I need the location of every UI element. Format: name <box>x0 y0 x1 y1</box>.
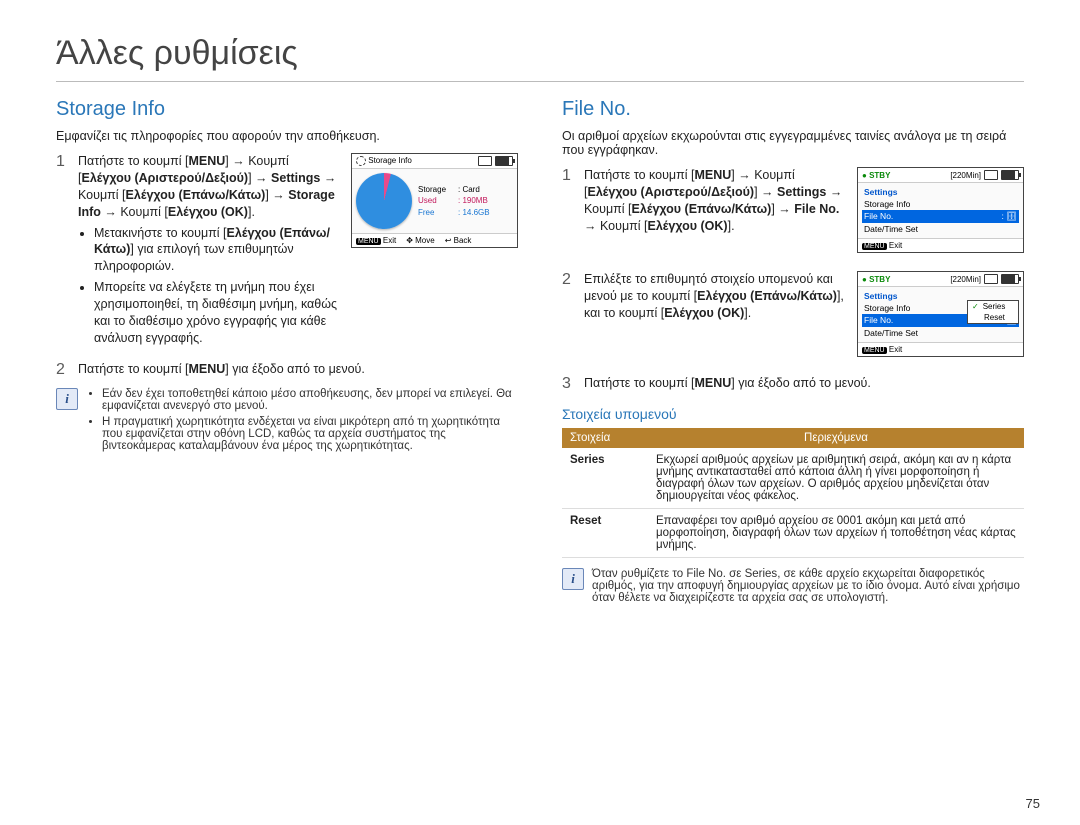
card-icon <box>984 170 998 180</box>
battery-icon <box>1001 170 1019 180</box>
note-item-2: Η πραγματική χωρητικότητα ενδέχεται να ε… <box>102 416 518 452</box>
right-column: File No. Οι αριθμοί αρχείων εκχωρούνται … <box>562 96 1024 604</box>
table-row: Series Εκχωρεί αριθμούς αρχείων με αριθμ… <box>562 448 1024 509</box>
fileno-lcd-2: ● STBY [220Min] Settings Stora <box>857 271 1024 357</box>
gear-icon <box>356 156 366 166</box>
table-row: Reset Επαναφέρει τον αριθμό αρχείου σε 0… <box>562 508 1024 557</box>
battery-icon <box>1001 274 1019 284</box>
note-icon: i <box>562 568 584 590</box>
pie-legend: Storage: Card Used: 190MB Free: 14.6GB <box>418 184 490 218</box>
storage-pie-chart <box>356 173 412 229</box>
fileno-popup: Series Reset <box>967 300 1019 324</box>
section-title-storage: Storage Info <box>56 98 518 121</box>
step2-text: Πατήστε το κουμπί [MENU] για έξοδο από τ… <box>78 361 518 378</box>
fileno-note: i Όταν ρυθμίζετε το File No. σε Series, … <box>562 568 1024 604</box>
card-icon <box>984 274 998 284</box>
submenu-table: Στοιχεία Περιεχόμενα Series Εκχωρεί αριθ… <box>562 428 1024 558</box>
note-icon: i <box>56 388 78 410</box>
fileno-step2: Επιλέξτε το επιθυμητό στοιχείο υπομενού … <box>584 271 847 322</box>
note-item-1: Εάν δεν έχει τοποθετηθεί κάποιο μέσο απο… <box>102 388 518 412</box>
fileno-step1: Πατήστε το κουμπί [MENU] → Κουμπί [Ελέγχ… <box>584 167 847 235</box>
popup-series: Series <box>968 301 1018 312</box>
page-number: 75 <box>1026 796 1040 811</box>
step1-sub1: Μετακινήστε το κουμπί [Ελέγχου (Επάνω/Κά… <box>94 225 341 276</box>
card-icon <box>478 156 492 166</box>
step1-text: Πατήστε το κουμπί [MENU] → Κουμπί [Ελέγχ… <box>78 153 341 351</box>
storage-intro: Εμφανίζει τις πληροφορίες που αφορούν τη… <box>56 129 518 143</box>
popup-reset: Reset <box>968 312 1018 323</box>
section-title-fileno: File No. <box>562 98 1024 121</box>
submenu-title: Στοιχεία υπομενού <box>562 406 1024 422</box>
storage-info-lcd: Storage Info Storage: Card U <box>351 153 518 248</box>
storage-note: i Εάν δεν έχει τοποθετηθεί κάποιο μέσο α… <box>56 388 518 456</box>
fileno-lcd-1: ● STBY [220Min] Settings Stora <box>857 167 1024 253</box>
battery-icon <box>495 156 513 166</box>
chapter-title: Άλλες ρυθμίσεις <box>56 34 1024 82</box>
step1-sub2: Μπορείτε να ελέγξετε τη μνήμη που έχει χ… <box>94 279 341 347</box>
left-column: Storage Info Εμφανίζει τις πληροφορίες π… <box>56 96 518 604</box>
fileno-intro: Οι αριθμοί αρχείων εκχωρούνται στις εγγε… <box>562 129 1024 157</box>
th-items: Στοιχεία <box>562 428 648 448</box>
th-contents: Περιεχόμενα <box>648 428 1024 448</box>
fileno-step3: Πατήστε το κουμπί [MENU] για έξοδο από τ… <box>584 375 1024 392</box>
